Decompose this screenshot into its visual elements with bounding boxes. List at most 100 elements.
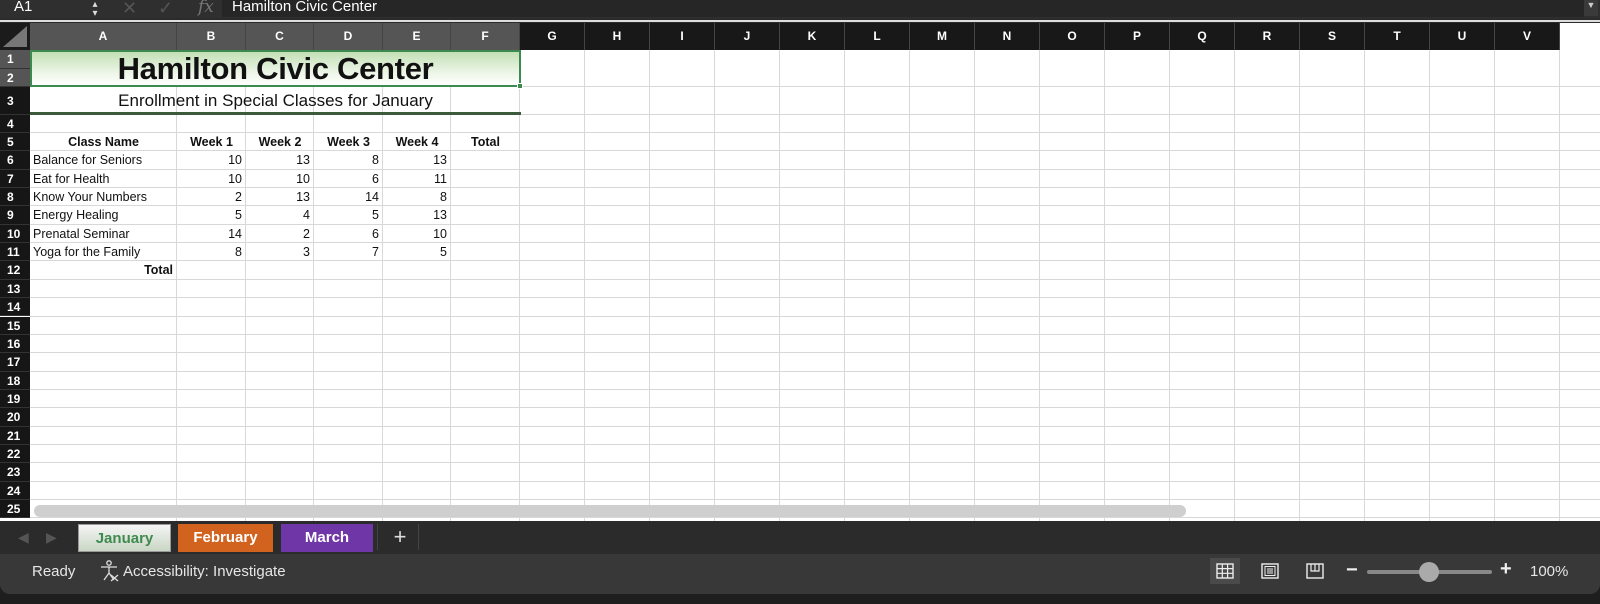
column-header-t[interactable]: T [1365,23,1430,50]
column-header-u[interactable]: U [1430,23,1495,50]
enrollment-value-cell[interactable]: 5 [383,243,451,261]
row-header-23[interactable]: 23 [0,463,30,482]
row-header-8[interactable]: 8 [0,188,30,207]
row-header-3[interactable]: 3 [0,87,30,115]
column-header-p[interactable]: P [1105,23,1170,50]
enrollment-value-cell[interactable]: 11 [383,170,451,188]
enrollment-value-cell[interactable]: 13 [383,206,451,224]
row-header-9[interactable]: 9 [0,206,30,225]
enter-icon[interactable]: ✓ [158,0,173,19]
column-header-g[interactable]: G [520,23,585,50]
column-header-q[interactable]: Q [1170,23,1235,50]
column-header-k[interactable]: K [780,23,845,50]
column-label-cell[interactable]: Week 2 [246,133,314,151]
enrollment-value-cell[interactable]: 10 [383,225,451,243]
column-header-a[interactable]: A [30,23,177,50]
column-header-r[interactable]: R [1235,23,1300,50]
horizontal-scrollbar[interactable] [34,505,1186,517]
row-header-12[interactable]: 12 [0,261,30,280]
column-header-n[interactable]: N [975,23,1040,50]
class-name-cell[interactable]: Prenatal Seminar [33,225,177,243]
enrollment-value-cell[interactable]: 8 [383,188,451,206]
class-name-cell[interactable]: Balance for Seniors [33,151,177,169]
enrollment-value-cell[interactable]: 14 [314,188,383,206]
page-break-view-button[interactable] [1300,558,1330,584]
enrollment-value-cell[interactable]: 10 [246,170,314,188]
previous-sheet-icon[interactable]: ◀ [18,529,29,546]
row-header-22[interactable]: 22 [0,444,30,464]
normal-view-button[interactable] [1210,558,1240,584]
worksheet-grid[interactable]: ABCDEFGHIJKLMNOPQRSTUV 1 2 3 4 5 6 7 8 9 10 11 12 13… [0,23,1600,521]
zoom-out-button[interactable]: − [1346,559,1358,582]
row-header-20[interactable]: 20 [0,408,30,427]
enrollment-value-cell[interactable]: 10 [177,151,246,169]
row-header-21[interactable]: 21 [0,426,30,445]
column-label-cell[interactable]: Total [451,133,520,151]
column-header-f[interactable]: F [451,23,520,50]
enrollment-value-cell[interactable]: 13 [246,188,314,206]
column-header-l[interactable]: L [845,23,910,50]
row-header-24[interactable]: 24 [0,481,30,500]
formula-input[interactable]: Hamilton Civic Center [222,0,1584,17]
row-header-7[interactable]: 7 [0,169,30,189]
column-label-cell[interactable]: Week 1 [177,133,246,151]
row-header-15[interactable]: 15 [0,316,30,335]
next-sheet-icon[interactable]: ▶ [46,529,57,546]
expand-formula-bar-icon[interactable]: ▼ [1584,0,1598,16]
enrollment-value-cell[interactable]: 13 [383,151,451,169]
class-name-cell[interactable]: Eat for Health [33,170,177,188]
column-header-h[interactable]: H [585,23,650,50]
enrollment-value-cell[interactable]: 13 [246,151,314,169]
column-header-d[interactable]: D [314,23,383,50]
row-header-1[interactable]: 1 [0,50,30,69]
sheet-tab-march[interactable]: March [281,524,373,552]
column-header-m[interactable]: M [910,23,975,50]
insert-function-icon[interactable]: fx [198,0,214,17]
row-header-4[interactable]: 4 [0,115,30,133]
enrollment-value-cell[interactable]: 5 [177,206,246,224]
accessibility-icon[interactable] [99,560,119,582]
class-name-cell[interactable]: Energy Healing [33,206,177,224]
column-header-j[interactable]: J [715,23,780,50]
name-box[interactable]: A1 [0,0,92,18]
column-header-e[interactable]: E [383,23,451,50]
enrollment-value-cell[interactable]: 5 [314,206,383,224]
column-header-v[interactable]: V [1495,23,1560,50]
enrollment-value-cell[interactable]: 2 [246,225,314,243]
add-sheet-button[interactable]: + [385,523,415,551]
row-header-6[interactable]: 6 [0,151,30,170]
row-header-11[interactable]: 11 [0,243,30,262]
zoom-in-button[interactable]: + [1500,558,1512,581]
enrollment-value-cell[interactable]: 7 [314,243,383,261]
column-header-s[interactable]: S [1300,23,1365,50]
enrollment-value-cell[interactable]: 8 [314,151,383,169]
sheet-tab-february[interactable]: February [178,524,273,552]
row-header-13[interactable]: 13 [0,279,30,299]
row-header-2[interactable]: 2 [0,68,30,87]
column-label-cell[interactable]: Week 3 [314,133,383,151]
column-header-c[interactable]: C [246,23,314,50]
page-layout-view-button[interactable] [1255,558,1285,584]
row-header-18[interactable]: 18 [0,371,30,390]
enrollment-value-cell[interactable]: 10 [177,170,246,188]
column-label-cell[interactable]: Week 4 [383,133,451,151]
select-all-button[interactable] [0,23,30,50]
row-header-5[interactable]: 5 [0,133,30,152]
column-header-o[interactable]: O [1040,23,1105,50]
column-label-cell[interactable]: Class Name [30,133,177,151]
zoom-level[interactable]: 100% [1530,563,1568,580]
row-header-10[interactable]: 10 [0,224,30,244]
zoom-slider-thumb[interactable] [1419,562,1439,582]
enrollment-value-cell[interactable]: 8 [177,243,246,261]
row-header-25[interactable]: 25 [0,500,30,519]
row-header-14[interactable]: 14 [0,298,30,317]
sheet-tab-january[interactable]: January [78,524,171,552]
column-header-b[interactable]: B [177,23,246,50]
enrollment-value-cell[interactable]: 3 [246,243,314,261]
row-header-19[interactable]: 19 [0,389,30,409]
class-name-cell[interactable]: Know Your Numbers [33,188,177,206]
row-header-16[interactable]: 16 [0,334,30,354]
enrollment-value-cell[interactable]: 6 [314,170,383,188]
enrollment-value-cell[interactable]: 14 [177,225,246,243]
enrollment-value-cell[interactable]: 2 [177,188,246,206]
